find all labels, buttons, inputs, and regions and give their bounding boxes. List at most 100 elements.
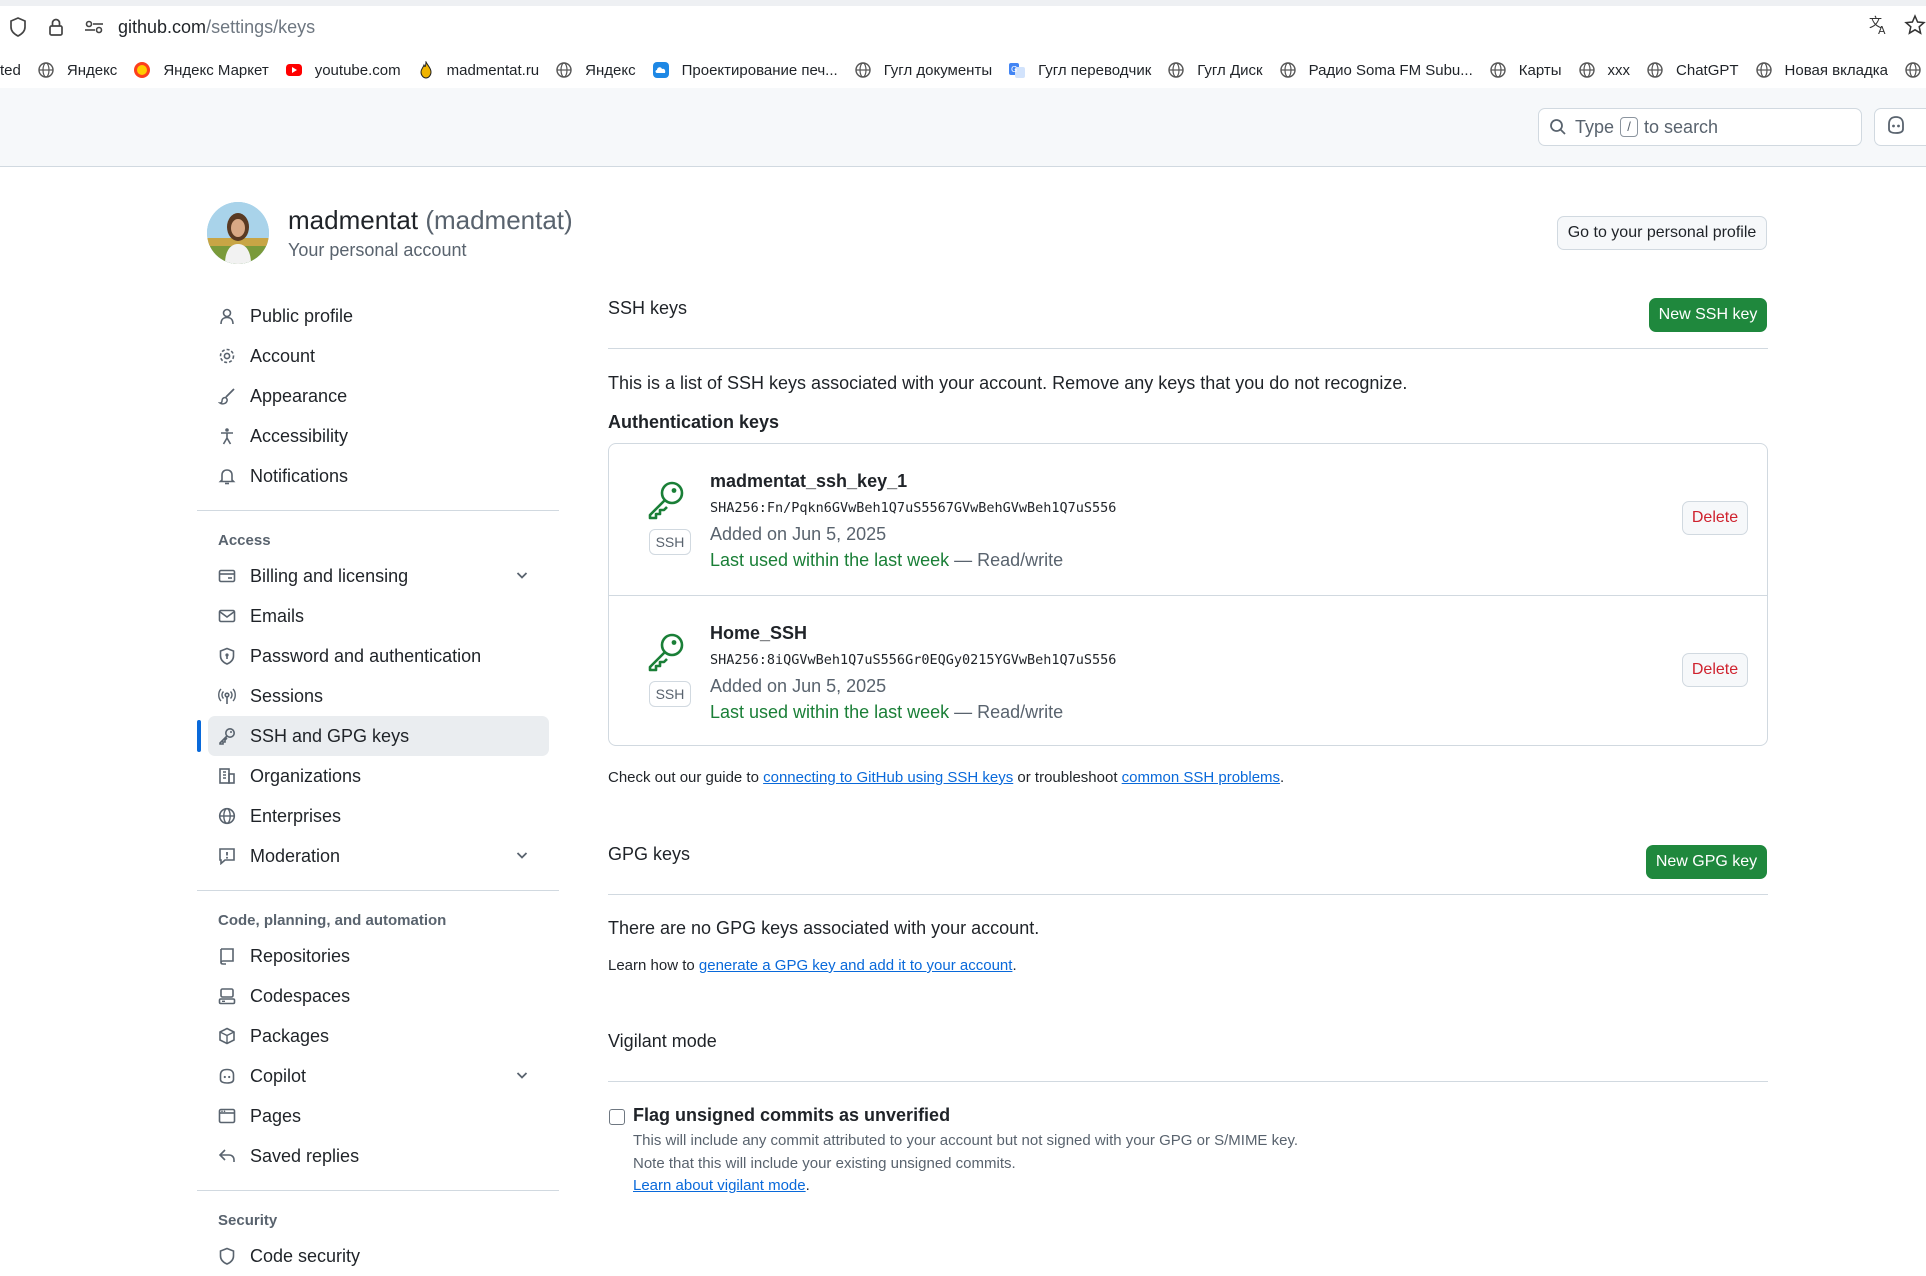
search-placeholder-prefix: Type [1575,116,1615,137]
search-shortcut-key: / [1620,117,1639,137]
flame-icon [417,61,441,79]
vigilant-learn: Learn about vigilant mode. [633,1177,810,1194]
bookmark-item[interactable]: ted [0,62,21,79]
profile-header: madmentat (madmentat) Your personal acco… [207,202,573,264]
sidebar-item-code-security[interactable]: Code security [197,1236,549,1276]
bookmark-label: Радио Soma FM Subu... [1308,61,1473,79]
search-placeholder-suffix: to search [1644,116,1719,137]
copilot-button[interactable] [1874,108,1926,146]
bookmark-item[interactable]: Яндекс Маркет [133,61,269,79]
vigilant-checkbox-label[interactable]: Flag unsigned commits as unverified [633,1105,950,1126]
globe-icon [555,61,579,79]
globe-icon [1646,61,1670,79]
translate-icon[interactable]: 文A [1868,14,1890,41]
shield-icon[interactable] [6,15,30,39]
sidebar-item-notifications[interactable]: Notifications [197,456,549,496]
svg-text:A: A [1878,24,1886,36]
ssh-key-list: SSH madmentat_ssh_key_1 SHA256:Fn/Pqkn6GVw… [608,443,1768,746]
bookmark-item[interactable]: xxx [1578,61,1630,79]
bookmark-label: ted [0,61,21,79]
sidebar-item-pages[interactable]: Pages [197,1096,549,1136]
gpg-learn-link[interactable]: generate a GPG key and add it to your ac… [699,957,1013,974]
sidebar-item-password-and-authentication[interactable]: Password and authentication [197,636,549,676]
globe-icon [854,61,878,79]
profile-name: madmentat (madmentat) [288,205,573,236]
sidebar-item-billing-and-licensing[interactable]: Billing and licensing [197,556,549,596]
bookmark-item[interactable]: ATmega8 + Prc [1904,61,1926,79]
sidebar-item-packages[interactable]: Packages [197,1016,549,1056]
bookmark-item[interactable]: youtube.com [285,61,401,79]
bookmark-item[interactable]: Карты [1489,61,1562,79]
site-settings-icon[interactable] [82,15,106,39]
bookmark-item[interactable]: Гугл документы [854,61,992,79]
ssh-badge: SSH [649,681,691,707]
bookmark-item[interactable]: Проектирование печ... [652,61,838,79]
browser-url-bar[interactable]: github.com/settings/keys 文A [0,6,1926,48]
bookmark-item[interactable]: Яндекс [555,61,636,79]
sidebar-item-accessibility[interactable]: Accessibility [197,416,549,456]
sidebar-item-codespaces[interactable]: Codespaces [197,976,549,1016]
bookmark-label: Новая вкладка [1784,61,1888,79]
sidebar-item-ssh-and-gpg-keys[interactable]: SSH and GPG keys [197,716,549,756]
sidebar-item-enterprises[interactable]: Enterprises [197,796,549,836]
search-input[interactable]: Type / to search [1538,108,1862,146]
sidebar-item-label: Moderation [250,845,341,866]
vigilant-mode-checkbox[interactable] [609,1109,625,1125]
package-icon [217,1026,237,1046]
sidebar-item-label: Copilot [250,1065,307,1086]
sidebar-item-organizations[interactable]: Organizations [197,756,549,796]
ssh-badge: SSH [649,529,691,555]
bookmark-item[interactable]: ChatGPT [1646,61,1739,79]
sidebar-item-account[interactable]: Account [197,336,549,376]
key-icon [647,632,685,677]
vigilant-learn-suffix: . [805,1177,810,1194]
gpg-learn-prefix: Learn how to [608,957,699,974]
avatar[interactable] [207,202,269,264]
sidebar-item-appearance[interactable]: Appearance [197,376,549,416]
go-to-profile-button[interactable]: Go to your personal profile [1557,216,1767,250]
chevron-down-icon[interactable] [515,566,529,587]
bookmark-item[interactable]: Гугл Диск [1167,61,1263,79]
new-ssh-key-label: New SSH key [1658,306,1758,323]
sidebar-item-saved-replies[interactable]: Saved replies [197,1136,549,1176]
ssh-guide-link[interactable]: connecting to GitHub using SSH keys [763,769,1013,786]
chevron-down-icon[interactable] [515,1066,529,1087]
bookmark-item[interactable]: Яндекс [37,61,117,79]
sidebar-item-copilot[interactable]: Copilot [197,1056,549,1096]
bookmark-star-icon[interactable] [1904,14,1926,41]
paintbrush-icon [217,386,237,406]
bookmark-item[interactable]: Новая вкладка [1755,61,1888,79]
ssh-problems-link[interactable]: common SSH problems [1122,769,1280,786]
new-ssh-key-button[interactable]: New SSH key [1649,298,1767,332]
bookmark-item[interactable]: G Гугл переводчик [1008,61,1151,79]
youtube-icon [285,61,309,79]
sidebar-item-label: Pages [250,1105,302,1126]
bookmark-label: youtube.com [314,61,401,79]
ssh-guide-middle: or troubleshoot [1013,769,1122,786]
yandex-market-icon [133,61,157,79]
bookmark-label: Яндекс [66,61,118,79]
chevron-down-icon[interactable] [515,846,529,867]
sidebar-item-emails[interactable]: Emails [197,596,549,636]
profile-login: (madmentat) [425,205,573,235]
ssh-keys-title: SSH keys [608,298,688,318]
github-header: Type / to search [0,88,1926,167]
lock-icon[interactable] [44,15,68,39]
bookmark-item[interactable]: madmentat.ru [417,61,539,79]
url-text[interactable]: github.com/settings/keys [118,17,315,38]
sidebar-item-moderation[interactable]: Moderation [197,836,549,876]
new-gpg-key-button[interactable]: New GPG key [1646,845,1767,879]
ssh-key-title: Home_SSH [710,623,808,643]
ssh-divider [608,348,1768,349]
sidebar-item-repositories[interactable]: Repositories [197,936,549,976]
sidebar-item-sessions[interactable]: Sessions [197,676,549,716]
delete-ssh-key-button[interactable]: Delete [1682,653,1748,687]
bookmark-item[interactable]: Радио Soma FM Subu... [1279,61,1473,79]
sidebar-item-label: Codespaces [250,985,351,1006]
sidebar-item-public-profile[interactable]: Public profile [197,296,549,336]
translate-icon: G [1008,61,1032,79]
delete-ssh-key-button[interactable]: Delete [1682,501,1748,535]
vigilant-learn-link[interactable]: Learn about vigilant mode [633,1177,806,1194]
credit-card-icon [217,566,237,586]
globe-icon [1578,61,1602,79]
